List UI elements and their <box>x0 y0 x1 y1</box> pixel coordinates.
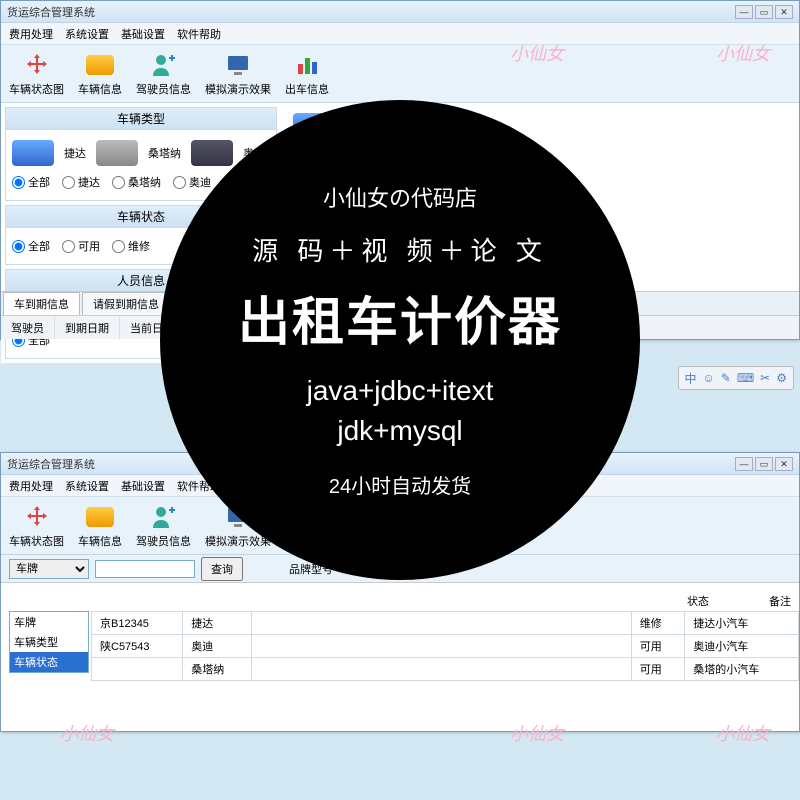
dropdown-option[interactable]: 车牌 <box>10 612 88 632</box>
ime-icon[interactable]: ✎ <box>721 371 731 385</box>
menu-item[interactable]: 系统设置 <box>65 26 109 42</box>
move-icon <box>23 51 51 79</box>
chart-icon <box>293 51 321 79</box>
search-field-select[interactable]: 车牌 <box>9 559 89 579</box>
toolbar-dispatch-info[interactable]: 出车信息 <box>285 51 329 97</box>
menu-item[interactable]: 系统设置 <box>65 478 109 494</box>
ime-icon[interactable]: ✂ <box>760 371 770 385</box>
car-icon <box>191 140 233 166</box>
promo-title: 出租车计价器 <box>238 280 562 355</box>
car-icon <box>96 140 138 166</box>
radio-option[interactable]: 维修 <box>112 238 150 254</box>
toolbar-vehicle-info[interactable]: 车辆信息 <box>78 503 122 549</box>
vehicle-table: 京B12345 捷达 维修 捷达小汽车 陕C57543 奥迪 可用 奥迪小汽车 … <box>91 611 799 681</box>
window-title: 货运综合管理系统 <box>7 4 95 20</box>
radio-option[interactable]: 可用 <box>62 238 100 254</box>
close-button[interactable]: ✕ <box>775 457 793 471</box>
toolbar: 车辆状态图 车辆信息 驾驶员信息 模拟演示效果 出车信息 <box>1 45 799 103</box>
ime-settings-icon[interactable]: ⚙ <box>776 371 787 385</box>
shop-name: 小仙女の代码店 <box>323 181 477 213</box>
toolbar-status-map[interactable]: 车辆状态图 <box>9 503 64 549</box>
promo-overlay: 小仙女の代码店 源 码＋视 频＋论 文 出租车计价器 java+jdbc+ite… <box>160 100 640 580</box>
promo-subtitle: 源 码＋视 频＋论 文 <box>252 231 548 268</box>
menu-item[interactable]: 基础设置 <box>121 26 165 42</box>
maximize-button[interactable]: ▭ <box>755 457 773 471</box>
table-row[interactable]: 桑塔纳 可用 桑塔的小汽车 <box>92 658 799 681</box>
radio-all[interactable]: 全部 <box>12 238 50 254</box>
car-icon <box>12 140 54 166</box>
car-icon <box>86 51 114 79</box>
window-title: 货运综合管理系统 <box>7 456 95 472</box>
search-field-dropdown[interactable]: 车牌 车辆类型 车辆状态 <box>9 611 89 673</box>
menu-item[interactable]: 软件帮助 <box>177 26 221 42</box>
person-add-icon <box>150 51 178 79</box>
dropdown-option[interactable]: 车辆状态 <box>10 652 88 672</box>
menu-item[interactable]: 费用处理 <box>9 478 53 494</box>
table-row[interactable]: 京B12345 捷达 维修 捷达小汽车 <box>92 612 799 635</box>
person-add-icon <box>150 503 178 531</box>
ime-icon[interactable]: ☺ <box>703 371 715 385</box>
tab[interactable]: 请假到期信息 <box>82 292 170 316</box>
panel-title: 车辆类型 <box>6 108 276 130</box>
search-button[interactable]: 查询 <box>201 557 243 581</box>
toolbar-demo[interactable]: 模拟演示效果 <box>205 51 271 97</box>
radio-all[interactable]: 全部 <box>12 174 50 190</box>
tab[interactable]: 车到期信息 <box>3 292 80 316</box>
monitor-icon <box>224 51 252 79</box>
radio-option[interactable]: 桑塔纳 <box>112 174 161 190</box>
close-button[interactable]: ✕ <box>775 5 793 19</box>
menu-item[interactable]: 费用处理 <box>9 26 53 42</box>
ime-icon[interactable]: ⌨ <box>737 371 754 385</box>
menu-item[interactable]: 基础设置 <box>121 478 165 494</box>
ime-mode[interactable]: 中 <box>685 370 697 387</box>
toolbar-driver-info[interactable]: 驾驶员信息 <box>136 503 191 549</box>
move-icon <box>23 503 51 531</box>
maximize-button[interactable]: ▭ <box>755 5 773 19</box>
table-row[interactable]: 陕C57543 奥迪 可用 奥迪小汽车 <box>92 635 799 658</box>
toolbar-status-map[interactable]: 车辆状态图 <box>9 51 64 97</box>
toolbar-vehicle-info[interactable]: 车辆信息 <box>78 51 122 97</box>
table-header-right: 状态 备注 <box>687 593 791 609</box>
titlebar[interactable]: 货运综合管理系统 — ▭ ✕ <box>1 1 799 23</box>
search-input[interactable] <box>95 560 195 578</box>
dropdown-option[interactable]: 车辆类型 <box>10 632 88 652</box>
radio-option[interactable]: 捷达 <box>62 174 100 190</box>
radio-option[interactable]: 奥迪 <box>173 174 211 190</box>
car-icon <box>86 503 114 531</box>
ime-toolbar[interactable]: 中 ☺ ✎ ⌨ ✂ ⚙ <box>678 366 795 390</box>
toolbar-driver-info[interactable]: 驾驶员信息 <box>136 51 191 97</box>
menubar: 费用处理 系统设置 基础设置 软件帮助 <box>1 23 799 45</box>
minimize-button[interactable]: — <box>735 457 753 471</box>
promo-tech-stack: java+jdbc+itext jdk+mysql <box>307 371 494 449</box>
minimize-button[interactable]: — <box>735 5 753 19</box>
promo-shipping: 24小时自动发货 <box>329 470 471 499</box>
